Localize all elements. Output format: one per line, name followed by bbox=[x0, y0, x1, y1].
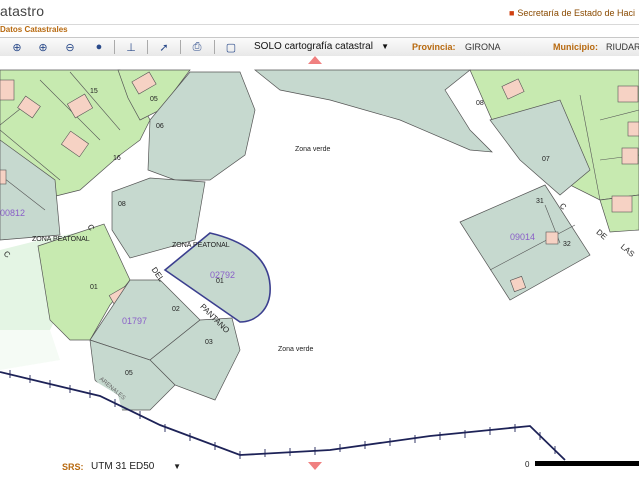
srs-select-value: UTM 31 ED50 bbox=[91, 461, 155, 472]
parcel-id: 09014 bbox=[510, 232, 536, 242]
app-header: atastro ■ Secretaría de Estado de Haci bbox=[0, 0, 639, 25]
zona-verde-label: Zona verde bbox=[295, 146, 331, 153]
parcel-block[interactable] bbox=[254, 69, 493, 153]
chevron-down-icon: ▼ bbox=[381, 42, 389, 51]
building bbox=[627, 121, 639, 137]
lot-number: 16 bbox=[113, 155, 121, 162]
scale-zero-label: 0 bbox=[525, 460, 530, 469]
app-title: atastro bbox=[0, 3, 45, 19]
toolbar-separator bbox=[147, 40, 148, 54]
layers-icon[interactable]: ▢ bbox=[224, 40, 238, 54]
srs-select[interactable]: UTM 31 ED50 ▼ bbox=[88, 459, 184, 474]
zona-peatonal-label: ZONA PEATONAL bbox=[172, 242, 230, 249]
bullet-icon: ■ bbox=[508, 8, 515, 18]
zona-verde-label: Zona verde bbox=[278, 346, 314, 353]
secretaria-text: Secretaría de Estado de Haci bbox=[517, 8, 635, 18]
print-icon[interactable]: ⎙ bbox=[190, 40, 204, 54]
toolbar-separator bbox=[180, 40, 181, 54]
secretaria-link[interactable]: ■ Secretaría de Estado de Haci bbox=[509, 8, 635, 18]
zoom-in-icon[interactable]: ⊕ bbox=[36, 40, 50, 54]
provincia-value: GIRONA bbox=[465, 42, 501, 52]
lot-number: 08 bbox=[476, 100, 484, 107]
lot-number: 02 bbox=[172, 306, 180, 313]
map-footer: SRS: UTM 31 ED50 ▼ 0 bbox=[0, 458, 639, 480]
toolbar-separator bbox=[114, 40, 115, 54]
building bbox=[611, 195, 633, 213]
srs-label: SRS: bbox=[62, 462, 84, 472]
lot-number: 06 bbox=[156, 123, 164, 130]
lot-number: 15 bbox=[90, 88, 98, 95]
building bbox=[0, 169, 7, 185]
municipio-label: Municipio: bbox=[553, 42, 598, 52]
cadastral-map[interactable]: Zona verde Zona verde ZONA PEATONAL ZONA… bbox=[0, 56, 639, 468]
lot-number: 01 bbox=[216, 278, 224, 285]
pan-up-arrow-icon[interactable] bbox=[308, 56, 322, 64]
lot-number: 05 bbox=[150, 96, 158, 103]
lot-number: 31 bbox=[536, 198, 544, 205]
sub-tab-bar: Datos Catastrales bbox=[0, 25, 639, 37]
municipio-value: RIUDAR bbox=[606, 42, 639, 52]
lot-number: 07 bbox=[542, 156, 550, 163]
map-toolbar: ⊕ ⊕ ⊖ ● ⊥ ➚ ⎙ ▢ SOLO cartografía catastr… bbox=[0, 37, 639, 57]
lot-number: 01 bbox=[90, 284, 98, 291]
chevron-down-icon: ▼ bbox=[173, 462, 181, 471]
map-canvas[interactable] bbox=[0, 56, 639, 468]
select-pointer-icon[interactable]: ➚ bbox=[157, 40, 171, 54]
datos-catastrales-tab[interactable]: Datos Catastrales bbox=[0, 25, 68, 34]
lot-number: 08 bbox=[118, 201, 126, 208]
building bbox=[545, 231, 559, 245]
zona-peatonal-label: ZONA PEATONAL bbox=[32, 236, 90, 243]
globe-icon[interactable]: ● bbox=[92, 40, 106, 54]
provincia-label: Provincia: bbox=[412, 42, 456, 52]
zoom-out-icon[interactable]: ⊖ bbox=[63, 40, 77, 54]
zoom-extent-icon[interactable]: ⊕ bbox=[10, 40, 24, 54]
building bbox=[621, 147, 639, 165]
parcel-id: 00812 bbox=[0, 208, 26, 218]
building bbox=[0, 79, 15, 101]
parcel-id: 01797 bbox=[122, 316, 148, 326]
measure-icon[interactable]: ⊥ bbox=[124, 40, 138, 54]
layer-select[interactable]: SOLO cartografía catastral ▼ bbox=[251, 39, 392, 54]
building bbox=[617, 85, 639, 103]
lot-number: 03 bbox=[205, 339, 213, 346]
lot-number: 05 bbox=[125, 370, 133, 377]
toolbar-separator bbox=[214, 40, 215, 54]
pan-down-arrow-icon[interactable] bbox=[308, 462, 322, 470]
layer-select-value: SOLO cartografía catastral bbox=[254, 41, 373, 52]
lot-number: 32 bbox=[563, 241, 571, 248]
